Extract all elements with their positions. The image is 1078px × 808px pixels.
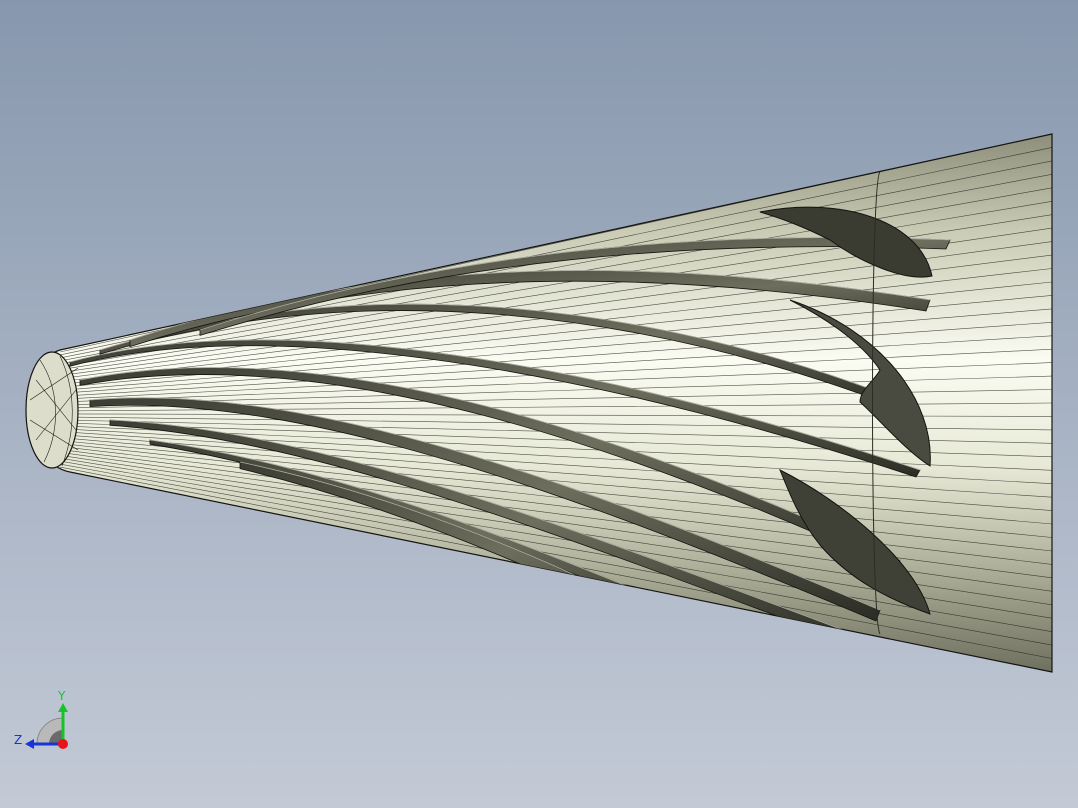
y-axis-label: Y: [57, 689, 66, 703]
tool-model[interactable]: Y Z: [0, 0, 1078, 808]
y-axis-arrow: [58, 703, 68, 712]
z-axis-arrow: [25, 739, 34, 749]
3d-viewport[interactable]: Y Z: [0, 0, 1078, 808]
x-axis-dot: [58, 739, 68, 749]
tool-tip-face[interactable]: [25, 351, 79, 469]
z-axis-label: Z: [14, 733, 22, 747]
view-orientation-triad-icon[interactable]: Y Z: [14, 689, 68, 749]
